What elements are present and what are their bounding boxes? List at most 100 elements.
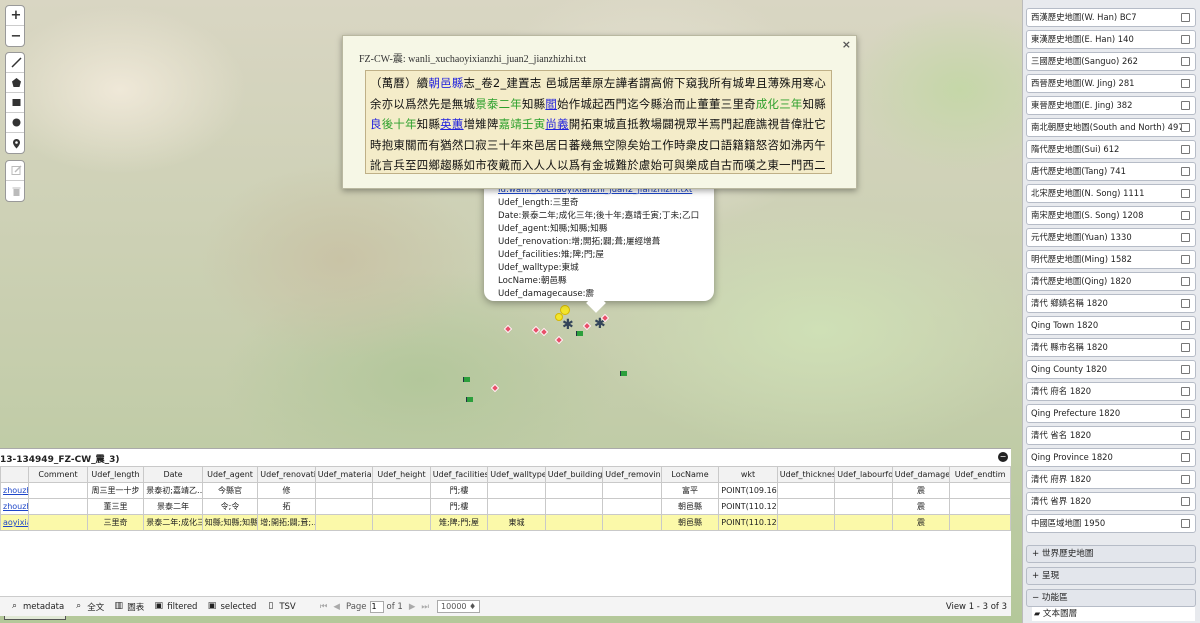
column-header[interactable]: Udef_thicknes <box>776 466 836 483</box>
delete-icon[interactable] <box>6 181 24 201</box>
layer-item[interactable]: Qing Town 1820 <box>1026 316 1196 335</box>
polyline-icon[interactable] <box>6 53 24 73</box>
layer-checkbox[interactable] <box>1181 211 1190 220</box>
map-marker-flag[interactable] <box>463 377 470 382</box>
layer-checkbox[interactable] <box>1181 343 1190 352</box>
layer-item[interactable]: 唐代歷史地圖(Tang) 741 <box>1026 162 1196 181</box>
layer-item[interactable]: Qing County 1820 <box>1026 360 1196 379</box>
section-display[interactable]: + 呈現 <box>1026 567 1196 585</box>
layer-item[interactable]: 清代歷史地圖(Qing) 1820 <box>1026 272 1196 291</box>
layer-checkbox[interactable] <box>1181 299 1190 308</box>
layer-checkbox[interactable] <box>1181 145 1190 154</box>
map-marker-point[interactable] <box>539 327 549 337</box>
layer-checkbox[interactable] <box>1181 57 1190 66</box>
map-marker-point[interactable] <box>582 321 592 331</box>
layer-checkbox[interactable] <box>1181 101 1190 110</box>
layer-checkbox[interactable] <box>1181 519 1190 528</box>
layer-checkbox[interactable] <box>1181 233 1190 242</box>
layer-item[interactable]: 南北朝歷史地圖(South and North) 497 <box>1026 118 1196 137</box>
layer-item[interactable]: Qing Province 1820 <box>1026 448 1196 467</box>
text-link[interactable]: 尚義 <box>545 117 568 131</box>
column-header[interactable]: Udef_damage <box>891 466 951 483</box>
layer-checkbox[interactable] <box>1181 167 1190 176</box>
zoom-in-button[interactable]: + <box>6 6 24 26</box>
layer-item[interactable]: 清代 省名 1820 <box>1026 426 1196 445</box>
layer-checkbox[interactable] <box>1181 255 1190 264</box>
page-input[interactable] <box>369 600 384 613</box>
fulltext-button[interactable]: ⌕ 全文 <box>74 601 104 613</box>
layer-checkbox[interactable] <box>1181 79 1190 88</box>
row-id-link[interactable]: aoyixia <box>0 514 30 531</box>
row-id-link[interactable]: zhouzh <box>0 498 30 515</box>
column-header[interactable]: Udef_agent <box>201 466 259 483</box>
layer-item[interactable]: 中國區域地圖 1950 <box>1026 514 1196 533</box>
column-header[interactable]: Udef_material <box>314 466 374 483</box>
layer-checkbox[interactable] <box>1181 365 1190 374</box>
layer-checkbox[interactable] <box>1181 35 1190 44</box>
marker-icon[interactable] <box>6 133 24 153</box>
next-page-icon[interactable]: ▶ <box>409 602 416 612</box>
layer-item[interactable]: 三國歷史地圖(Sanguo) 262 <box>1026 52 1196 71</box>
layer-checkbox[interactable] <box>1181 277 1190 286</box>
column-header[interactable]: Udef_walltype <box>487 466 546 483</box>
export-selected-button[interactable]: ▣ selected <box>207 602 257 612</box>
layer-item[interactable]: 西漢歷史地圖(W. Han) BC7 <box>1026 8 1196 27</box>
text-link[interactable]: 閻 <box>545 97 557 111</box>
rectangle-icon[interactable] <box>6 93 24 113</box>
column-header[interactable]: Udef_length <box>86 466 145 483</box>
polygon-icon[interactable] <box>6 73 24 93</box>
column-header[interactable]: Udef_height <box>372 466 431 483</box>
column-header[interactable]: Udef_facilities <box>429 466 489 483</box>
layer-checkbox[interactable] <box>1181 189 1190 198</box>
map-marker-cluster[interactable]: ✱ <box>562 318 574 332</box>
table-row[interactable]: aoyixia 三里奇景泰二年;成化三…知縣;知縣;知縣增;開拓;闢;葺;… 雉;陴… <box>0 514 1011 531</box>
map-marker-flag[interactable] <box>620 371 627 376</box>
layer-item[interactable]: 南宋歷史地圖(S. Song) 1208 <box>1026 206 1196 225</box>
layer-checkbox[interactable] <box>1181 497 1190 506</box>
export-tsv-button[interactable]: ▯ TSV <box>266 602 295 612</box>
column-header[interactable]: Udef_building <box>544 466 604 483</box>
layer-item[interactable]: 西晉歷史地圖(W. Jing) 281 <box>1026 74 1196 93</box>
layer-checkbox[interactable] <box>1181 321 1190 330</box>
layer-checkbox[interactable] <box>1181 453 1190 462</box>
table-row[interactable]: zhouzh 周三里一十步 景泰初;嘉靖乙… 今縣官修 門;樓 富平 POINT(109.1… <box>0 482 1011 499</box>
map-marker-flag[interactable] <box>576 331 583 336</box>
map-marker-point[interactable] <box>490 383 500 393</box>
zoom-out-button[interactable]: − <box>6 26 24 46</box>
text-layer-item[interactable]: ▰ 文本圖層 <box>1032 607 1195 621</box>
layer-item[interactable]: 東晉歷史地圖(E. Jing) 382 <box>1026 96 1196 115</box>
map-marker-flag[interactable] <box>466 397 473 402</box>
metadata-button[interactable]: ⌕ metadata <box>10 602 64 612</box>
layer-checkbox[interactable] <box>1181 409 1190 418</box>
section-world-map[interactable]: + 世界歷史地圖 <box>1026 545 1196 563</box>
page-size-select[interactable]: 10000 ♦ <box>437 600 481 613</box>
layer-checkbox[interactable] <box>1181 13 1190 22</box>
column-header[interactable] <box>0 466 30 483</box>
layer-checkbox[interactable] <box>1181 475 1190 484</box>
close-icon[interactable]: × <box>842 38 851 51</box>
layer-checkbox[interactable] <box>1181 431 1190 440</box>
layer-item[interactable]: 東漢歷史地圖(E. Han) 140 <box>1026 30 1196 49</box>
edit-icon[interactable] <box>6 161 24 181</box>
section-functions[interactable]: − 功能區 <box>1026 589 1196 607</box>
export-filtered-button[interactable]: ▣ filtered <box>154 602 197 612</box>
layer-item[interactable]: 隋代歷史地圖(Sui) 612 <box>1026 140 1196 159</box>
text-link[interactable]: 英蕙 <box>440 117 463 131</box>
circle-icon[interactable] <box>6 113 24 133</box>
layer-item[interactable]: 清代 府界 1820 <box>1026 470 1196 489</box>
column-header[interactable]: Udef_labourfo <box>834 466 893 483</box>
layer-item[interactable]: 清代 府名 1820 <box>1026 382 1196 401</box>
layer-item[interactable]: 清代 省界 1820 <box>1026 492 1196 511</box>
layer-checkbox[interactable] <box>1181 387 1190 396</box>
layer-item[interactable]: 元代歷史地圖(Yuan) 1330 <box>1026 228 1196 247</box>
layer-item[interactable]: 清代 鄉鎮名稱 1820 <box>1026 294 1196 313</box>
layer-item[interactable]: 明代歷史地圖(Ming) 1582 <box>1026 250 1196 269</box>
layer-item[interactable]: 北宋歷史地圖(N. Song) 1111 <box>1026 184 1196 203</box>
map-marker-point[interactable] <box>554 335 564 345</box>
prev-page-icon[interactable]: ◀ <box>333 602 340 612</box>
map-marker-point[interactable] <box>503 324 513 334</box>
table-row[interactable]: zhouzh 董三里 景泰二年 令;令拓 門;樓 朝邑縣 POINT(110.122 震 <box>0 498 1011 515</box>
column-header[interactable]: wkt <box>718 466 778 483</box>
collapse-panel-button[interactable]: − <box>998 452 1008 462</box>
column-header[interactable]: Date <box>143 466 203 483</box>
